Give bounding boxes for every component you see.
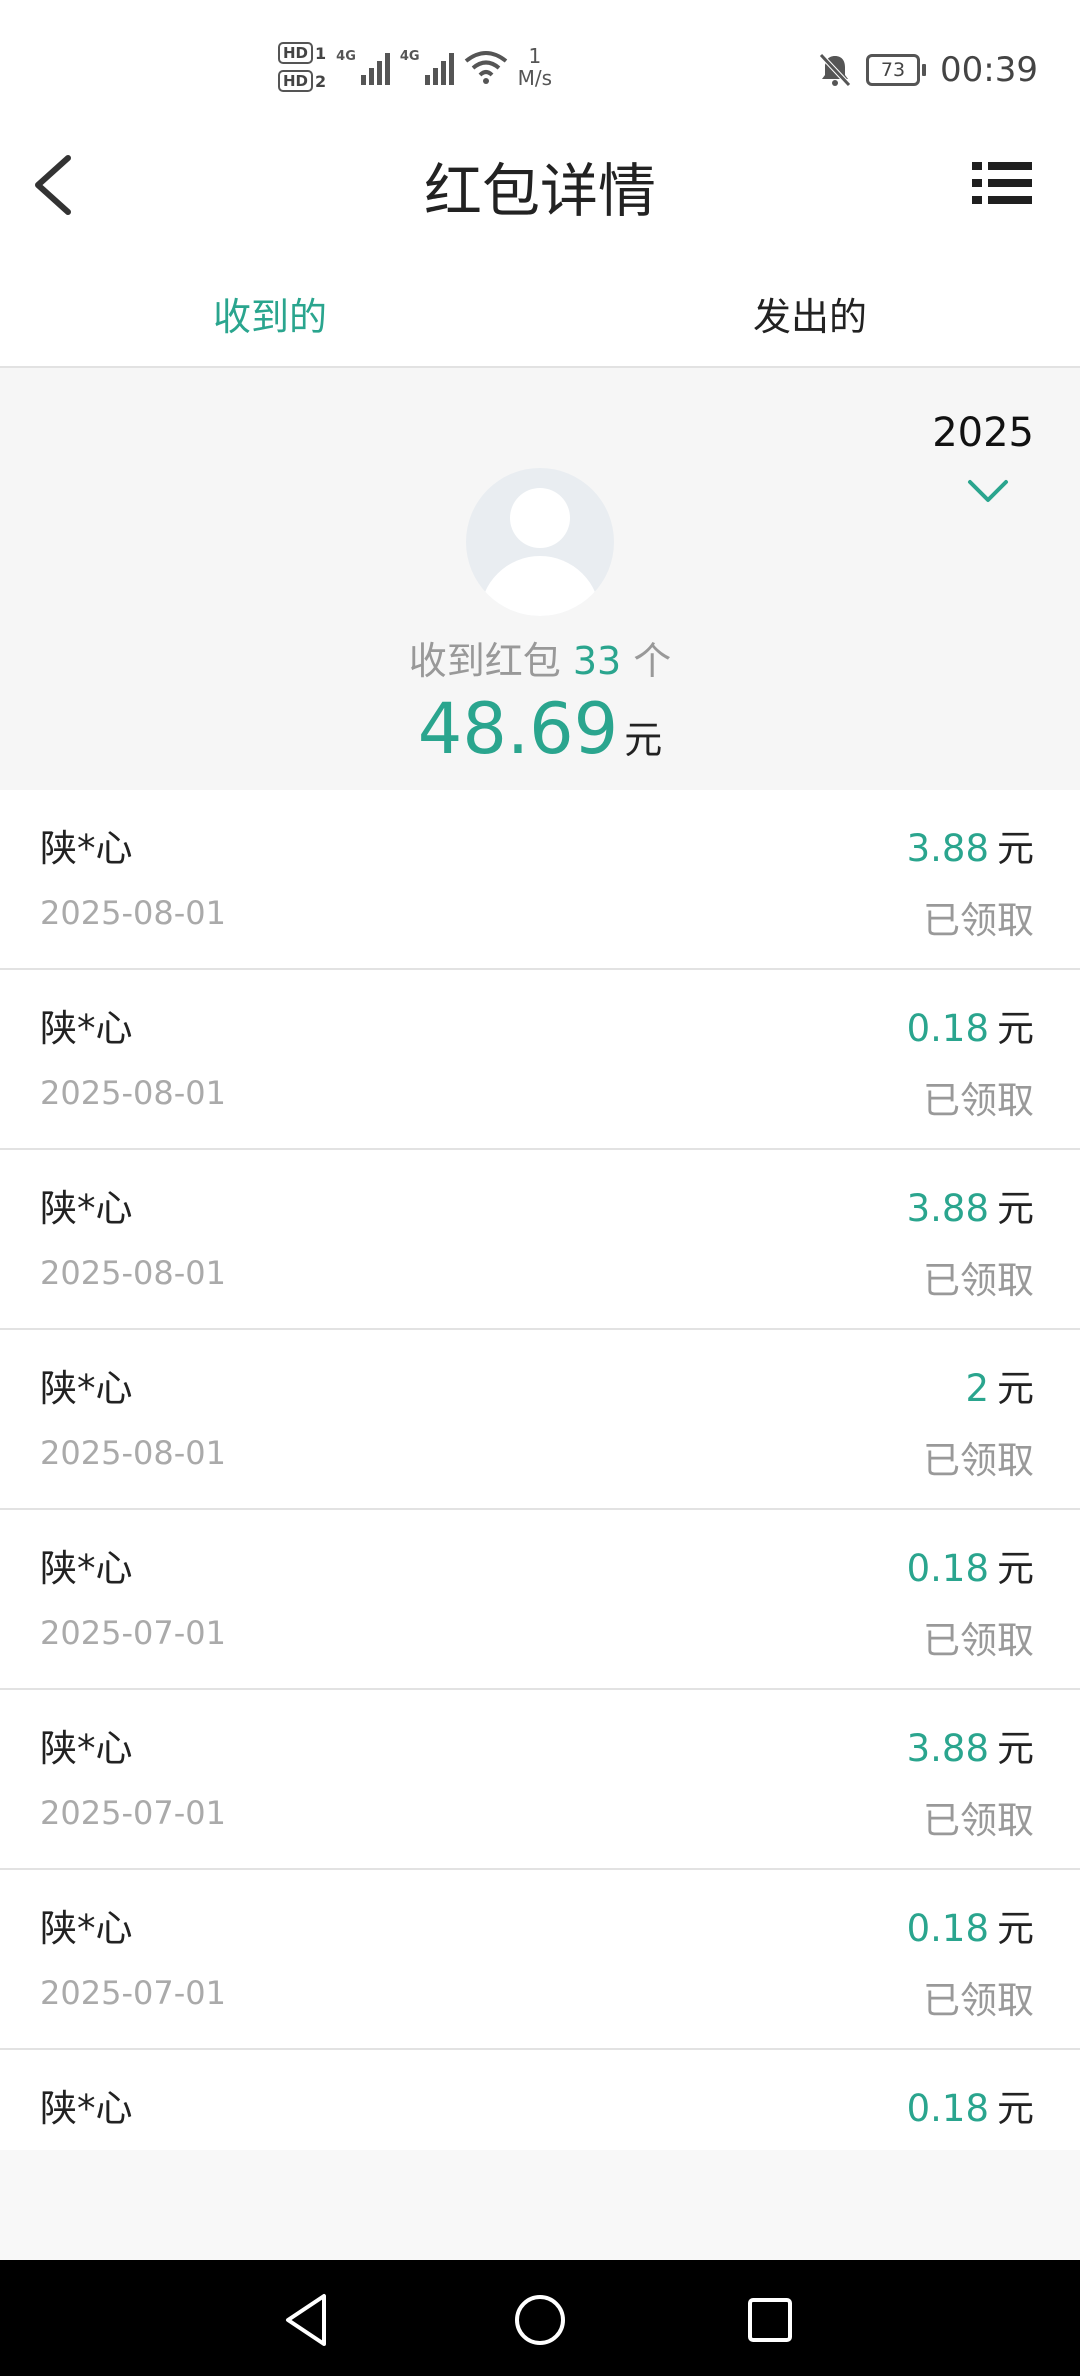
network-indicators: HD 1 HD 2 4G 4G 1 M/s xyxy=(278,42,552,92)
amount-value: 0.18 xyxy=(906,1007,989,1050)
record-amount: 3.88 元 xyxy=(907,818,1034,872)
back-triangle-icon[interactable] xyxy=(278,2290,338,2350)
record-status: 已领取 xyxy=(923,1439,1034,1482)
tab-sent[interactable]: 发出的 xyxy=(540,286,1080,341)
record-amount: 3.88 元 xyxy=(907,1718,1034,1772)
record-status: 已领取 xyxy=(923,1979,1034,2022)
record-status: 已领取 xyxy=(923,1079,1034,1122)
amount-unit: 元 xyxy=(997,1007,1034,1050)
year-selector[interactable]: 2025 xyxy=(932,410,1034,456)
record-date: 2025-08-01 xyxy=(40,1434,226,1472)
recents-square-icon[interactable] xyxy=(740,2290,800,2350)
record-list: 陕*心 2025-08-01 3.88 元 已领取 陕*心 2025-08-01 … xyxy=(0,790,1080,2152)
total-amount: 48.69 xyxy=(417,688,619,770)
count-prefix: 收到红包 xyxy=(408,639,561,683)
list-item[interactable]: 陕*心 2025-08-01 2元 已领取 xyxy=(0,1330,1080,1510)
battery-level: 73 xyxy=(866,54,921,86)
hd-1-label: HD xyxy=(278,42,314,64)
sender-name: 陕*心 xyxy=(40,1187,133,1230)
status-bar: HD 1 HD 2 4G 4G 1 M/s 73 00:39 xyxy=(0,0,1080,140)
hd-2-label: HD xyxy=(278,70,314,92)
amount-unit: 元 xyxy=(997,1727,1034,1770)
record-amount: 0.18 元 xyxy=(907,998,1034,1052)
record-amount: 0.18 元 xyxy=(907,2078,1034,2132)
sender-name: 陕*心 xyxy=(40,1367,133,1410)
amount-value: 3.88 xyxy=(906,1187,989,1230)
hd-2-sub: 2 xyxy=(315,71,327,91)
record-date: 2025-07-01 xyxy=(40,1794,226,1832)
home-circle-icon[interactable] xyxy=(510,2290,570,2350)
hd-indicators: HD 1 HD 2 xyxy=(278,42,326,92)
amount-value: 0.18 xyxy=(906,1907,989,1950)
hd-1-sub: 1 xyxy=(315,43,327,63)
list-item[interactable]: 陕*心 2025-08-01 0.18 元 已领取 xyxy=(0,970,1080,1150)
sender-name: 陕*心 xyxy=(40,2087,133,2130)
signal-2-icon: 4G xyxy=(400,49,454,85)
network-2-type: 4G xyxy=(399,49,420,64)
signal-1-icon: 4G xyxy=(336,49,390,85)
list-item[interactable]: 陕*心 2025-07-01 3.88 元 已领取 xyxy=(0,1690,1080,1870)
record-status: 已领取 xyxy=(923,899,1034,942)
record-date: 2025-08-01 xyxy=(40,1254,226,1292)
record-status: 已领取 xyxy=(923,1619,1034,1662)
record-date: 2025-07-01 xyxy=(40,1614,226,1652)
chevron-down-icon[interactable] xyxy=(966,476,1010,506)
speed-unit: M/s xyxy=(517,66,553,90)
network-speed: 1 M/s xyxy=(518,45,552,89)
amount-unit: 元 xyxy=(997,827,1034,870)
wifi-icon xyxy=(464,51,507,84)
amount-unit: 元 xyxy=(997,2087,1034,2130)
status-right: 73 00:39 xyxy=(818,50,1038,90)
record-amount: 0.18 元 xyxy=(907,1538,1034,1592)
amount-unit: 元 xyxy=(997,1907,1034,1950)
record-amount: 3.88 元 xyxy=(907,1178,1034,1232)
record-date: 2025-08-01 xyxy=(40,894,226,932)
bell-muted-icon xyxy=(819,53,851,87)
battery-icon: 73 xyxy=(866,54,927,86)
hd-2-indicator: HD 2 xyxy=(278,70,326,92)
record-status: 已领取 xyxy=(923,1259,1034,1302)
sender-name: 陕*心 xyxy=(40,1727,133,1770)
record-status: 已领取 xyxy=(923,1799,1034,1842)
list-item[interactable]: 陕*心 0.18 元 xyxy=(0,2050,1080,2152)
count-value: 33 xyxy=(572,639,622,683)
sender-name: 陕*心 xyxy=(40,1907,133,1950)
sender-name: 陕*心 xyxy=(40,1007,133,1050)
avatar xyxy=(466,468,614,616)
amount-unit: 元 xyxy=(997,1547,1034,1590)
clock: 00:39 xyxy=(940,50,1038,90)
amount-unit: 元 xyxy=(997,1367,1034,1410)
sender-name: 陕*心 xyxy=(40,827,133,870)
amount-value: 3.88 xyxy=(906,1727,989,1770)
record-amount: 2元 xyxy=(965,1358,1034,1412)
amount-value: 2 xyxy=(965,1367,989,1410)
tab-bar: 收到的 发出的 xyxy=(0,262,1080,368)
network-1-type: 4G xyxy=(336,49,356,64)
count-suffix: 个 xyxy=(633,639,672,683)
list-item[interactable]: 陕*心 2025-07-01 0.18 元 已领取 xyxy=(0,1870,1080,2050)
tab-received[interactable]: 收到的 xyxy=(0,286,540,341)
received-count: 收到红包 33 个 xyxy=(0,630,1080,685)
list-item[interactable]: 陕*心 2025-08-01 3.88 元 已领取 xyxy=(0,790,1080,970)
record-date: 2025-07-01 xyxy=(40,1974,226,2012)
sender-name: 陕*心 xyxy=(40,1547,133,1590)
list-menu-button[interactable] xyxy=(972,162,1032,204)
amount-value: 3.88 xyxy=(906,827,989,870)
speed-value: 1 xyxy=(528,44,542,68)
list-item[interactable]: 陕*心 2025-08-01 3.88 元 已领取 xyxy=(0,1150,1080,1330)
list-item[interactable]: 陕*心 2025-07-01 0.18 元 已领取 xyxy=(0,1510,1080,1690)
amount-value: 0.18 xyxy=(906,2087,989,2130)
amount-value: 0.18 xyxy=(906,1547,989,1590)
amount-unit: 元 xyxy=(997,1187,1034,1230)
record-amount: 0.18 元 xyxy=(907,1898,1034,1952)
list-footer-space xyxy=(0,2150,1080,2260)
summary-panel: 2025 收到红包 33 个 48.69 元 xyxy=(0,368,1080,790)
total-unit: 元 xyxy=(624,718,663,762)
hd-1-indicator: HD 1 xyxy=(278,42,326,64)
page-title: 红包详情 xyxy=(423,157,656,225)
record-date: 2025-08-01 xyxy=(40,1074,226,1112)
received-total: 48.69 元 xyxy=(0,688,1080,770)
system-nav-bar xyxy=(0,2260,1080,2376)
